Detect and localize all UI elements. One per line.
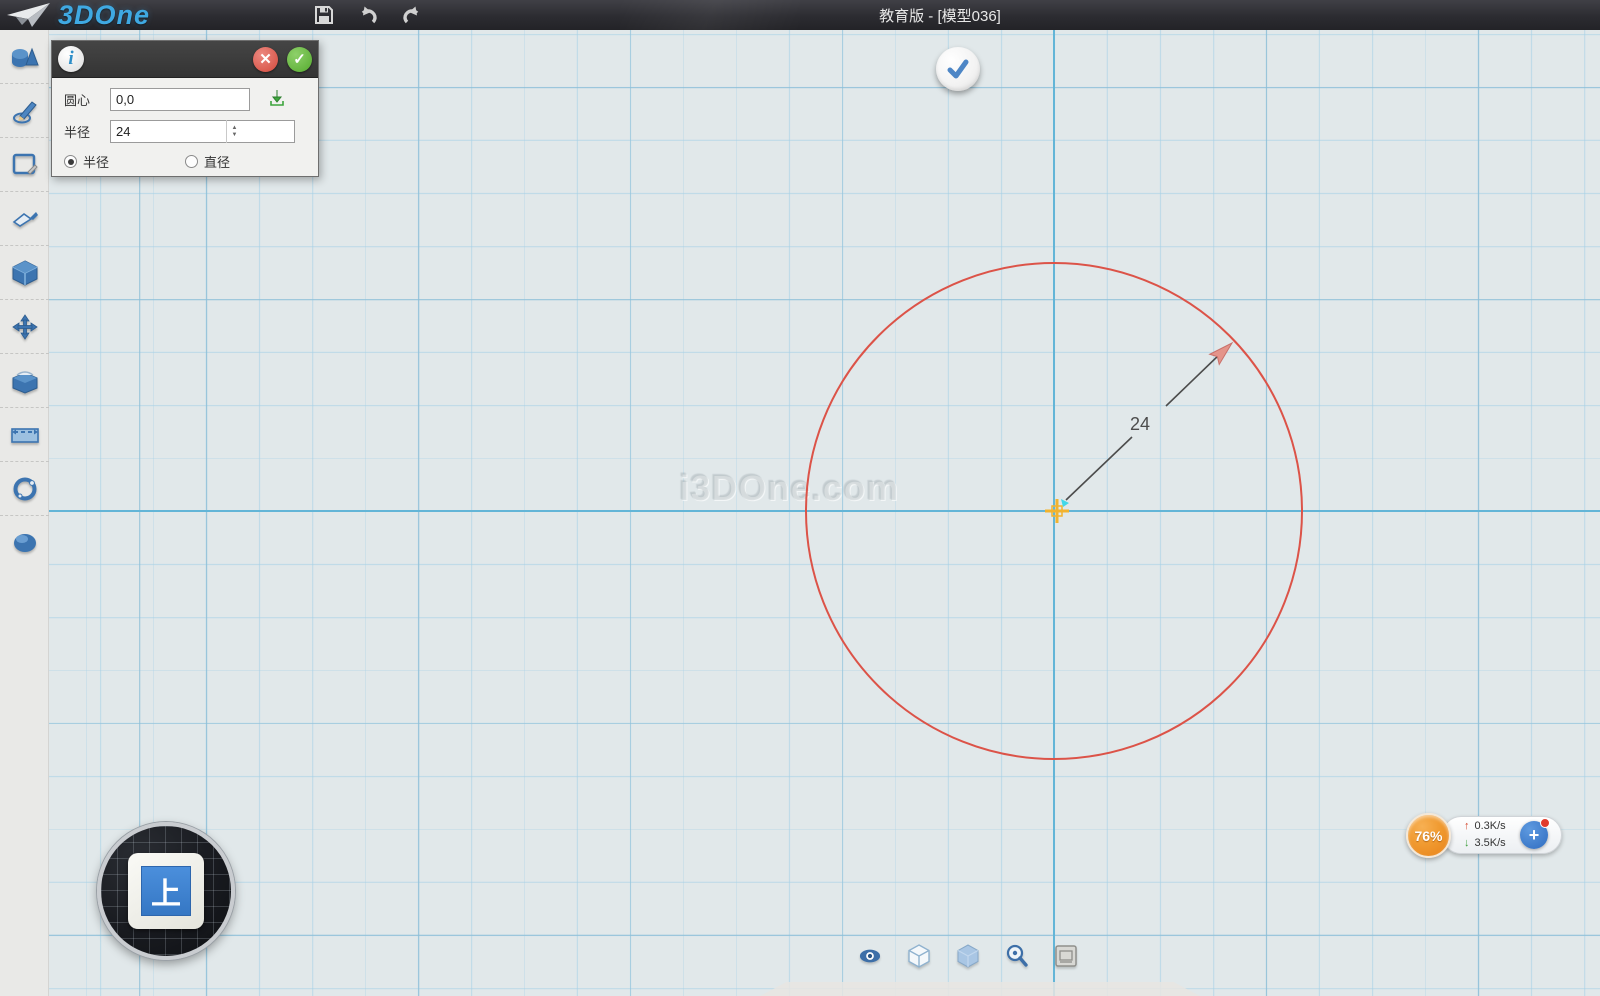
titlebar: 3DOne 教育版 - [模型036] — [0, 0, 1600, 30]
radius-spinner[interactable]: ▲▼ — [226, 120, 242, 143]
shaded-display-button[interactable] — [957, 945, 979, 967]
sidebar-item-ring[interactable] — [0, 462, 49, 516]
screen-keyboard-button[interactable] — [1055, 945, 1077, 967]
save-button[interactable] — [312, 3, 336, 27]
putty-knife-icon — [11, 208, 39, 230]
center-field-label: 圆心 — [64, 90, 110, 109]
ring-icon — [12, 476, 38, 502]
combine-box-icon — [12, 368, 38, 394]
move-icon — [12, 314, 38, 340]
save-icon — [314, 5, 334, 25]
primitives-icon — [11, 45, 39, 69]
upload-arrow-icon: ↑ — [1464, 818, 1470, 835]
tool-sidebar — [0, 30, 49, 996]
pick-point-button[interactable] — [268, 89, 286, 110]
spinner-up-icon: ▲ — [232, 125, 238, 132]
spinner-down-icon: ▼ — [232, 132, 238, 139]
sketch-circle[interactable] — [805, 262, 1303, 760]
sketch-icon — [12, 98, 38, 124]
cancel-button[interactable]: ✕ — [253, 47, 278, 72]
redo-icon — [401, 5, 423, 25]
sidebar-item-feature[interactable] — [0, 246, 49, 300]
document-title: 教育版 - [模型036] — [0, 0, 1600, 30]
pick-arrow-icon — [268, 89, 286, 107]
radio-radius[interactable] — [64, 155, 77, 168]
zoom-icon — [1006, 944, 1028, 968]
download-manager-widget: ↑ 0.3K/s ↓ 3.5K/s 76% + — [1406, 813, 1566, 863]
radio-diameter[interactable] — [185, 155, 198, 168]
dialog-body: 圆心 半径 ▲▼ 半径 直径 — [52, 78, 318, 177]
undo-button[interactable] — [356, 3, 380, 27]
radio-radius-label: 半径 — [83, 152, 109, 171]
sidebar-item-measure[interactable] — [0, 408, 49, 462]
undo-icon — [357, 5, 379, 25]
ok-button[interactable]: ✓ — [287, 47, 312, 72]
wireframe-display-button[interactable] — [908, 945, 930, 967]
view-navigation-cube[interactable]: 上 — [97, 822, 235, 960]
progress-badge[interactable]: 76% — [1406, 813, 1451, 858]
sidebar-item-primitives[interactable] — [0, 30, 49, 84]
info-button[interactable]: i — [58, 46, 84, 72]
quick-toolbar — [302, 3, 434, 27]
app-name: 3DOne — [58, 0, 150, 31]
confirm-check-button[interactable] — [936, 47, 980, 91]
paper-plane-icon — [6, 1, 52, 29]
bottom-tray-shadow — [760, 982, 1200, 996]
viewcube-face-label: 上 — [141, 866, 191, 916]
check-icon — [945, 56, 971, 82]
sidebar-item-sketch[interactable] — [0, 84, 49, 138]
circle-parameters-dialog: i ✕ ✓ 圆心 半径 ▲▼ 半径 — [51, 40, 319, 177]
sidebar-item-move[interactable] — [0, 300, 49, 354]
dialog-header: i ✕ ✓ — [52, 41, 318, 78]
center-input[interactable] — [110, 88, 250, 111]
radio-diameter-label: 直径 — [204, 152, 230, 171]
feature-cube-icon — [12, 260, 38, 286]
zoom-button[interactable] — [1006, 945, 1028, 967]
viewcube-face-top[interactable]: 上 — [128, 853, 204, 929]
download-speed: 3.5K/s — [1475, 835, 1506, 852]
cancel-icon: ✕ — [259, 50, 272, 68]
sidebar-item-sphere[interactable] — [0, 516, 49, 570]
sphere-icon — [12, 532, 38, 554]
speed-rows: ↑ 0.3K/s ↓ 3.5K/s — [1464, 818, 1506, 852]
app-logo: 3DOne — [6, 0, 206, 31]
upload-speed: 0.3K/s — [1475, 818, 1506, 835]
redo-button[interactable] — [400, 3, 424, 27]
view-mini-toolbar — [859, 945, 1077, 967]
shaded-cube-icon — [957, 944, 979, 968]
sidebar-item-edit-sketch[interactable] — [0, 138, 49, 192]
notification-dot — [1540, 818, 1550, 828]
eye-icon — [859, 948, 881, 964]
measure-ruler-icon — [11, 426, 39, 444]
screen-keyboard-icon — [1055, 945, 1077, 967]
edit-sketch-icon — [12, 152, 38, 178]
sidebar-item-putty-knife[interactable] — [0, 192, 49, 246]
download-arrow-icon: ↓ — [1464, 835, 1470, 852]
wireframe-cube-icon — [908, 944, 930, 968]
radius-input[interactable] — [110, 120, 295, 143]
radius-field-label: 半径 — [64, 122, 110, 141]
visibility-button[interactable] — [859, 945, 881, 967]
ok-check-icon: ✓ — [293, 50, 306, 68]
sidebar-item-combine[interactable] — [0, 354, 49, 408]
